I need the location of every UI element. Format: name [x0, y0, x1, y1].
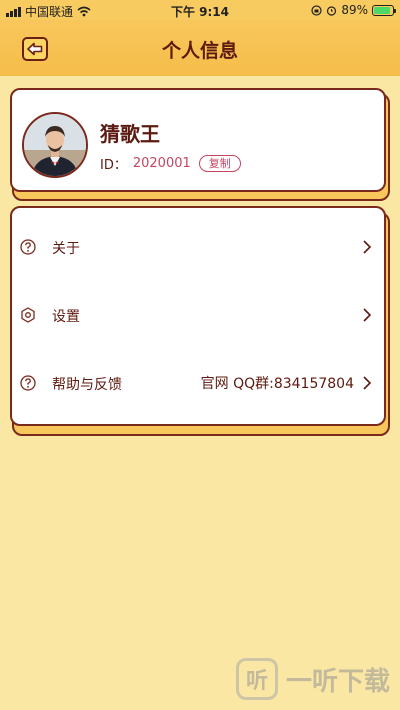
watermark: 听 一听下载 — [235, 658, 390, 700]
battery-icon — [372, 4, 396, 16]
alarm-icon — [327, 5, 337, 16]
chevron-right-icon — [363, 240, 372, 254]
avatar-image — [24, 114, 86, 176]
orientation-lock-icon — [311, 4, 322, 16]
user-id-row: ID： 2020001 复制 — [100, 154, 241, 173]
menu-item-settings[interactable]: 设置 — [12, 280, 384, 348]
copy-id-button[interactable]: 复制 — [198, 155, 241, 172]
menu-item-label: 关于 — [52, 241, 80, 257]
menu-item-label: 帮助与反馈 — [52, 377, 122, 393]
official-qq-group: 官网 QQ群:834157804 — [200, 376, 354, 392]
menu-item-about[interactable]: 关于 — [12, 212, 384, 280]
menu-item-label: 设置 — [52, 309, 80, 325]
chevron-right-icon — [363, 308, 372, 322]
user-name: 猜歌王 — [100, 122, 160, 146]
avatar[interactable] — [22, 112, 88, 178]
question-icon — [20, 239, 36, 255]
chevron-right-icon — [363, 376, 372, 390]
watermark-text: 一听下载 — [285, 666, 390, 697]
battery-percent: 89% — [341, 3, 368, 17]
menu-card: 关于 设置 帮助与反馈 官网 QQ群:834157804 — [10, 206, 386, 426]
gear-icon — [21, 307, 35, 323]
status-right: 89% — [311, 3, 396, 17]
question-icon — [20, 375, 36, 391]
profile-card: 猜歌王 ID： 2020001 复制 — [10, 88, 386, 192]
menu-item-help-feedback[interactable]: 帮助与反馈 官网 QQ群:834157804 — [12, 348, 384, 416]
watermark-logo: 听 — [235, 658, 278, 700]
status-bar: 中国联通 下午 9:14 89% — [0, 0, 400, 20]
page-title: 个人信息 — [161, 40, 238, 62]
header: 个人信息 — [0, 20, 400, 76]
user-id-label: ID： — [100, 158, 127, 173]
user-id-value: 2020001 — [132, 156, 191, 171]
